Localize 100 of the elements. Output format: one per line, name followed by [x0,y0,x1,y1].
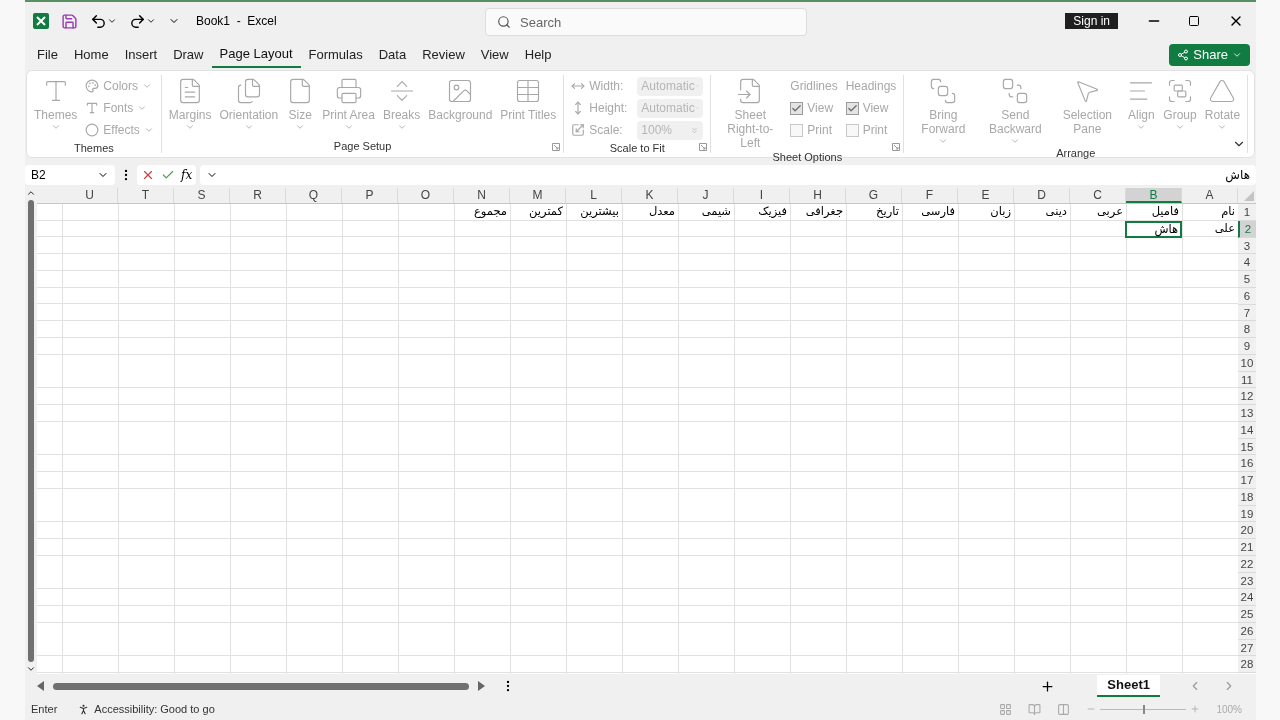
row-header[interactable]: 25 [1238,606,1256,623]
row-header[interactable]: 9 [1238,338,1256,355]
caret-icon [1232,50,1242,60]
ribbon-icon [1208,77,1237,105]
enter-icon[interactable] [161,168,175,182]
menu-tab[interactable]: Insert [116,42,166,68]
add-sheet-icon[interactable] [1040,678,1056,694]
excel-logo-icon [33,13,49,29]
column-header[interactable]: N [454,188,510,203]
caret-icon[interactable] [107,16,117,26]
row-header[interactable]: 12 [1238,388,1256,405]
column-header[interactable]: O [398,188,454,203]
table-cell-text: معدل [647,204,676,220]
column-header[interactable]: J [678,188,734,203]
column-header[interactable]: R [230,188,286,203]
scroll-left-icon[interactable] [37,681,45,691]
undo-icon[interactable] [90,12,107,30]
checkbox-label: Print [807,122,832,139]
window-title: Book1 - Excel [196,13,277,30]
horizontal-scrollbar-thumb[interactable] [53,682,469,690]
active-cell[interactable]: هاش [1125,220,1182,238]
row-header[interactable]: 13 [1238,405,1256,422]
row-header[interactable]: 5 [1238,271,1256,288]
column-header[interactable]: T [118,188,174,203]
column-header[interactable]: Q [286,188,342,203]
share-icon [1177,49,1190,61]
menu-tab[interactable]: Help [516,42,560,68]
menu-tab[interactable]: Home [65,42,117,68]
scroll-up-icon[interactable] [26,188,36,198]
group-label: Sheet Options [772,149,843,165]
scroll-down-icon[interactable] [26,664,36,674]
column-header[interactable]: P [342,188,398,203]
caret-icon[interactable] [146,16,156,26]
zoom-thumb[interactable] [1143,704,1146,714]
row-header[interactable]: 24 [1238,589,1256,606]
menu-tab[interactable]: Review [414,42,473,68]
scroll-right-icon[interactable] [477,681,485,691]
column-header[interactable]: U [62,188,118,203]
table-cell-text: کمترین [528,204,564,220]
row-header[interactable]: 21 [1238,539,1256,556]
group-label: Arrange [1056,145,1096,161]
column-header[interactable]: H [790,188,846,203]
checkbox-label: View [807,100,834,117]
check-icon [791,102,803,114]
menu-tab[interactable]: View [472,42,517,68]
search-field[interactable]: Search [485,8,807,36]
column-header[interactable]: S [174,188,230,203]
checkbox-label: View [862,100,889,117]
accessibility-status[interactable]: Accessibility: Good to go [77,700,215,718]
menu-tab[interactable]: Data [370,42,415,68]
row-header[interactable]: 17 [1238,472,1256,489]
table-cell-text: بیشترین [579,204,620,220]
column-header[interactable]: B [1126,188,1182,203]
column-header[interactable]: L [566,188,622,203]
save-icon[interactable] [61,12,78,30]
row-header[interactable]: 28 [1238,656,1256,673]
column-header[interactable]: I [734,188,790,203]
column-header[interactable]: K [622,188,678,203]
menu-tab[interactable]: Formulas [300,42,371,68]
name-box[interactable]: B2 [25,165,115,185]
row-header[interactable]: 16 [1238,455,1256,472]
table-cell-text: نام [1220,204,1236,220]
insert-function-button[interactable]: fx [181,166,193,184]
mode-indicator: Enter [31,701,58,717]
menu-tab[interactable]: File [29,42,66,68]
ribbon-icon [1001,77,1030,105]
scrollbar-thumb[interactable] [28,200,34,662]
column-header[interactable]: M [510,188,566,203]
table-cell-text: عربی [1096,204,1124,220]
row-header[interactable]: 4 [1238,254,1256,271]
table-cell-text: دینی [1044,204,1068,220]
redo-icon[interactable] [129,12,146,30]
formula-field[interactable]: هاش [200,165,1256,185]
row-header[interactable]: 20 [1238,522,1256,539]
vertical-scrollbar[interactable] [25,188,37,674]
field-label: Scale: [589,122,624,139]
caret-icon [142,81,153,91]
table-cell-text: جغرافی [804,204,844,220]
maximize-icon[interactable] [1188,15,1200,27]
share-button[interactable]: Share [1169,44,1250,66]
checkbox-label: Print [862,122,888,139]
spin-icon [690,125,700,135]
menu-tab[interactable]: Page Layout [211,42,301,68]
column-header[interactable]: F [902,188,958,203]
column-header[interactable]: D [1014,188,1070,203]
ribbon-icon [929,77,958,105]
menu-tab[interactable]: Draw [165,42,212,68]
formula-text: هاش [1225,167,1250,184]
sheet-tab[interactable]: Sheet1 [1097,675,1160,697]
row-header[interactable]: 8 [1238,321,1256,338]
sign-in-button[interactable]: Sign in [1065,13,1118,29]
row-header[interactable]: 1 [1238,204,1256,221]
caret-icon [143,125,154,135]
table-cell-text: علی [1213,220,1236,237]
column-header[interactable]: G [846,188,902,203]
group-heading: Gridlines [790,78,838,95]
column-header[interactable]: A [1182,188,1238,203]
ribbon-icon [85,123,100,137]
cancel-icon[interactable] [141,168,155,182]
column-header[interactable]: E [958,188,1014,203]
